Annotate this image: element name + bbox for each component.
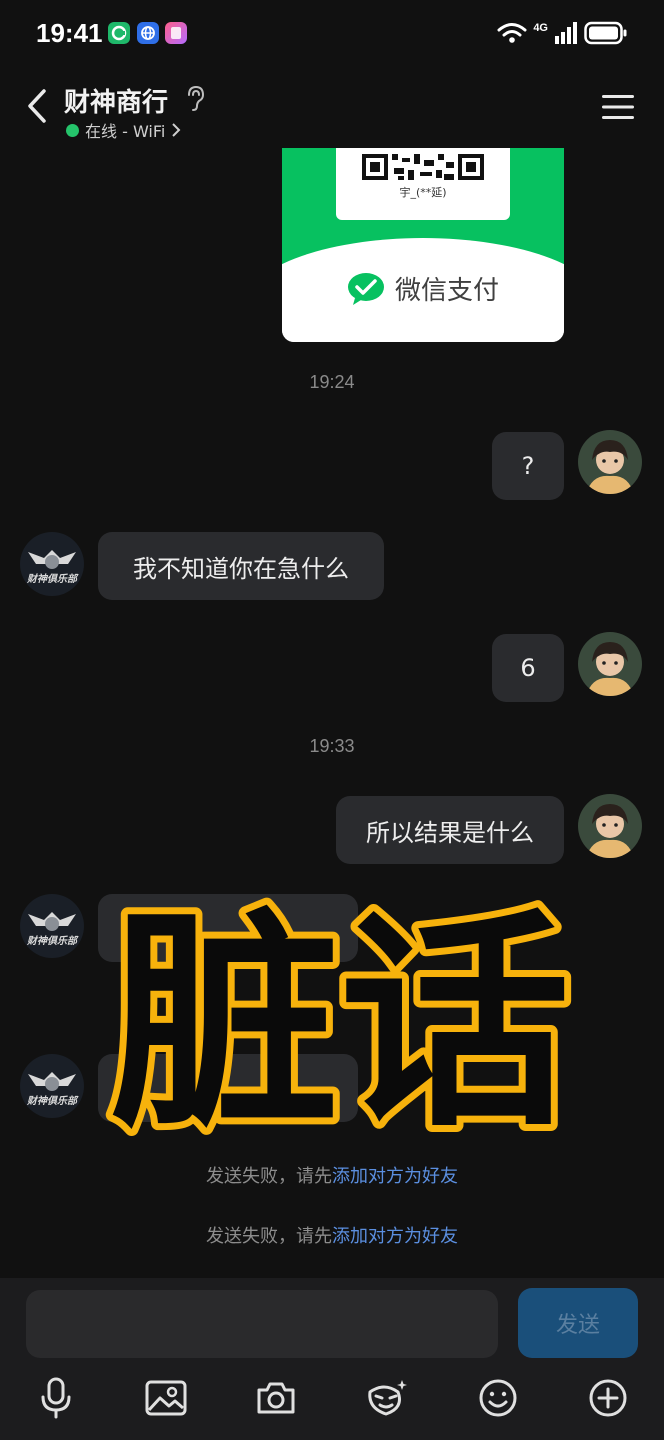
notice-text: 发送失败，请先: [206, 1226, 332, 1247]
battery-icon: [584, 21, 627, 45]
overlay-caption-text: 脏话: [110, 891, 570, 1148]
network-type: 4G: [533, 22, 548, 34]
sent-message-bubble[interactable]: ?: [492, 432, 564, 500]
chat-title[interactable]: 财神商行: [64, 82, 168, 119]
ear-icon[interactable]: [184, 84, 206, 112]
wechat-pay-label: 微信支付: [394, 276, 499, 306]
wechat-pay-brand: 微信支付: [282, 270, 564, 307]
received-message-bubble[interactable]: 我不知道你在急什么: [98, 532, 384, 600]
signal-icon: [555, 22, 577, 44]
wifi-icon: [497, 23, 527, 43]
wechat-pay-card[interactable]: 宇_(**延) 微信支付: [282, 148, 564, 342]
composer-toolbar: [0, 1372, 664, 1424]
message-input[interactable]: [26, 1290, 498, 1358]
app-notification-icon: [108, 22, 130, 44]
send-button[interactable]: 发送: [518, 1288, 638, 1358]
emoji-icon[interactable]: [472, 1372, 524, 1424]
wechat-pay-logo-icon: [347, 272, 384, 305]
contact-avatar[interactable]: 财神俱乐部: [20, 532, 84, 596]
add-friend-link[interactable]: 添加对方为好友: [332, 1226, 458, 1247]
microphone-icon[interactable]: [30, 1372, 82, 1424]
add-friend-link[interactable]: 添加对方为好友: [332, 1166, 458, 1187]
gallery-notification-icon: [165, 22, 187, 44]
camera-icon[interactable]: [250, 1372, 302, 1424]
user-avatar[interactable]: [578, 430, 642, 494]
overlay-caption: 脏话: [103, 884, 577, 1148]
qr-code-icon: [362, 154, 484, 180]
menu-icon[interactable]: [602, 94, 634, 120]
timestamp: 19:24: [309, 372, 355, 392]
chat-messages[interactable]: 宇_(**延) 微信支付 19:24 ? 财神俱乐部 我不知道你在急什么 6 1…: [0, 148, 664, 1278]
chevron-right-icon: [172, 123, 181, 137]
sticker-icon[interactable]: [360, 1372, 412, 1424]
status-icons: 4G: [497, 20, 628, 46]
qr-owner-name: 宇_(**延): [399, 186, 447, 199]
user-avatar[interactable]: [578, 632, 642, 696]
online-dot-icon: [66, 123, 79, 137]
chat-header: 财神商行 在线 - WiFi: [0, 64, 664, 148]
online-status[interactable]: 在线 - WiFi: [66, 118, 181, 142]
send-failed-notice: 发送失败，请先添加对方为好友: [0, 1162, 664, 1188]
status-time: 19:41: [36, 18, 103, 48]
timestamp: 19:33: [309, 736, 355, 756]
user-avatar[interactable]: [578, 794, 642, 858]
contact-avatar-badge: 财神俱乐部: [27, 574, 77, 585]
status-bar: 19:41 4G: [0, 0, 664, 64]
plus-icon[interactable]: [582, 1372, 634, 1424]
online-status-label: 在线 - WiFi: [85, 122, 166, 141]
qr-code-box: 宇_(**延): [336, 148, 510, 220]
image-icon[interactable]: [140, 1372, 192, 1424]
notice-text: 发送失败，请先: [206, 1166, 332, 1187]
browser-notification-icon: [137, 22, 159, 44]
sent-message-bubble[interactable]: 所以结果是什么: [336, 796, 564, 864]
back-arrow-icon[interactable]: [22, 86, 50, 126]
message-composer: 发送: [0, 1278, 664, 1440]
send-failed-notice: 发送失败，请先添加对方为好友: [0, 1222, 664, 1248]
sent-message-bubble[interactable]: 6: [492, 634, 564, 702]
